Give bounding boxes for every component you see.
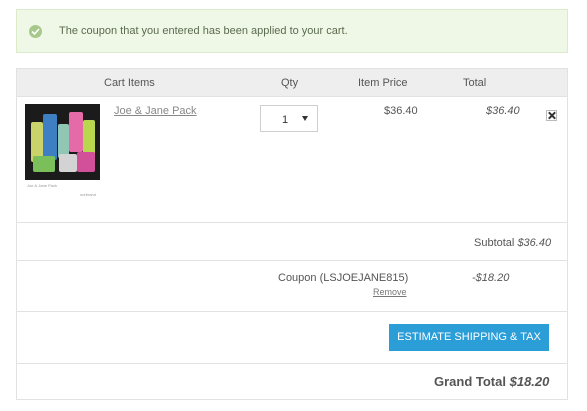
thumb-caption-left: Joe & Jane Pack: [27, 183, 58, 188]
coupon-amount: -$18.20: [472, 272, 510, 284]
estimate-shipping-button[interactable]: ESTIMATE SHIPPING & TAX: [389, 324, 549, 351]
remove-item-icon[interactable]: [546, 110, 557, 121]
coupon-row: Coupon (LSJOEJANE815) Remove -$18.20: [17, 262, 567, 312]
header-cart-items: Cart Items: [104, 77, 155, 89]
header-item-price: Item Price: [358, 77, 408, 89]
product-photo: [25, 104, 100, 180]
product-thumbnail[interactable]: Joe & Jane Pack ourbrand: [25, 104, 100, 197]
grand-total-row: Grand Total $18.20: [17, 365, 567, 399]
grand-total-label: Grand Total: [434, 374, 506, 389]
product-name-link[interactable]: Joe & Jane Pack: [114, 105, 197, 117]
shipping-row: ESTIMATE SHIPPING & TAX: [17, 313, 567, 364]
check-circle-icon: [29, 25, 42, 38]
header-total: Total: [463, 77, 487, 89]
subtotal-row: Subtotal $36.40: [17, 224, 567, 261]
header-qty: Qty: [281, 77, 299, 89]
remove-coupon-link[interactable]: Remove: [373, 287, 407, 297]
grand-total-amount: $18.20: [509, 374, 550, 389]
item-total: $36.40: [486, 105, 520, 117]
cart-item-row: Joe & Jane Pack ourbrand Joe & Jane Pack…: [17, 97, 567, 223]
item-price: $36.40: [384, 105, 418, 117]
chevron-down-icon: [302, 116, 308, 121]
quantity-value: 1: [282, 114, 289, 126]
thumb-caption-right: ourbrand: [79, 192, 96, 197]
coupon-success-alert: The coupon that you entered has been app…: [16, 9, 568, 53]
coupon-label: Coupon (LSJOEJANE815): [278, 272, 409, 284]
subtotal-amount: $36.40: [517, 237, 552, 249]
cart-table-header: Cart Items Qty Item Price Total: [17, 69, 567, 97]
quantity-select[interactable]: 1: [260, 105, 318, 132]
alert-message: The coupon that you entered has been app…: [59, 25, 348, 37]
cart-table: Cart Items Qty Item Price Total Joe & Ja…: [16, 68, 568, 400]
subtotal-label: Subtotal: [474, 237, 515, 249]
